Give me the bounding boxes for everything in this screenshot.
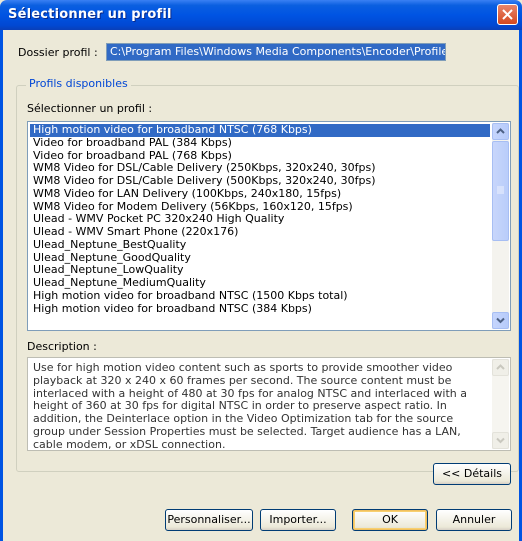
profile-list-item[interactable]: Ulead - WMV Smart Phone (220x176) — [30, 226, 490, 239]
desc-scroll-down-button[interactable] — [492, 432, 509, 449]
description-scrollbar[interactable] — [492, 359, 509, 449]
profile-list-item[interactable]: WM8 Video for DSL/Cable Delivery (250Kbp… — [30, 162, 490, 175]
ok-button[interactable]: OK — [352, 509, 428, 531]
desc-scroll-up-button[interactable] — [492, 359, 509, 376]
profile-list-item[interactable]: High motion video for broadband NTSC (76… — [30, 124, 490, 137]
chevron-up-icon — [496, 364, 505, 370]
grip-icon — [497, 186, 504, 194]
description-label: Description : — [27, 340, 97, 353]
window-frame-left — [0, 30, 3, 541]
profile-list-item[interactable]: WM8 Video for Modem Delivery (56Kbps, 16… — [30, 201, 490, 214]
profile-list-item[interactable]: High motion video for broadband NTSC (38… — [30, 303, 490, 316]
customize-button[interactable]: Personnaliser... — [165, 509, 253, 531]
profile-list[interactable]: High motion video for broadband NTSC (76… — [27, 121, 511, 331]
profile-list-item[interactable]: Video for broadband PAL (384 Kbps) — [30, 137, 490, 150]
profile-list-item[interactable]: Ulead_Neptune_MediumQuality — [30, 277, 490, 290]
select-profile-dialog: Sélectionner un profil Dossier profil : … — [0, 0, 522, 541]
profile-list-item[interactable]: WM8 Video for DSL/Cable Delivery (500Kbp… — [30, 175, 490, 188]
profile-list-item[interactable]: Video for broadband PAL (768 Kbps) — [30, 150, 490, 163]
close-button[interactable] — [497, 4, 518, 25]
chevron-down-icon — [496, 437, 505, 444]
title-bar[interactable]: Sélectionner un profil — [0, 0, 522, 30]
profile-folder-label: Dossier profil : — [18, 46, 98, 59]
profile-list-item[interactable]: Ulead_Neptune_BestQuality — [30, 239, 490, 252]
details-button[interactable]: << Détails — [433, 463, 511, 485]
cancel-button[interactable]: Annuler — [436, 509, 512, 531]
scroll-up-button[interactable] — [492, 123, 509, 140]
chevron-up-icon — [496, 128, 505, 134]
select-profile-label: Sélectionner un profil : — [27, 102, 153, 115]
description-text: Use for high motion video content such a… — [33, 361, 468, 451]
profile-list-item[interactable]: Ulead_Neptune_GoodQuality — [30, 252, 490, 265]
description-box[interactable]: Use for high motion video content such a… — [27, 357, 511, 451]
profile-list-item[interactable]: WM8 Video for LAN Delivery (100Kbps, 240… — [30, 188, 490, 201]
profile-list-item[interactable]: High motion video for broadband NTSC (15… — [30, 290, 490, 303]
close-icon — [502, 9, 513, 20]
profile-list-item[interactable]: Ulead_Neptune_LowQuality — [30, 264, 490, 277]
profile-list-item[interactable]: Ulead - WMV Pocket PC 320x240 High Quali… — [30, 213, 490, 226]
profile-list-scrollbar[interactable] — [492, 123, 509, 329]
scroll-thumb[interactable] — [492, 141, 509, 241]
available-profiles-title: Profils disponibles — [26, 77, 131, 90]
scroll-down-button[interactable] — [492, 312, 509, 329]
profile-list-items: High motion video for broadband NTSC (76… — [30, 124, 490, 315]
import-button[interactable]: Importer... — [260, 509, 336, 531]
profile-folder-field[interactable]: C:\Program Files\Windows Media Component… — [106, 43, 446, 61]
chevron-down-icon — [496, 317, 505, 324]
window-title: Sélectionner un profil — [8, 7, 172, 22]
